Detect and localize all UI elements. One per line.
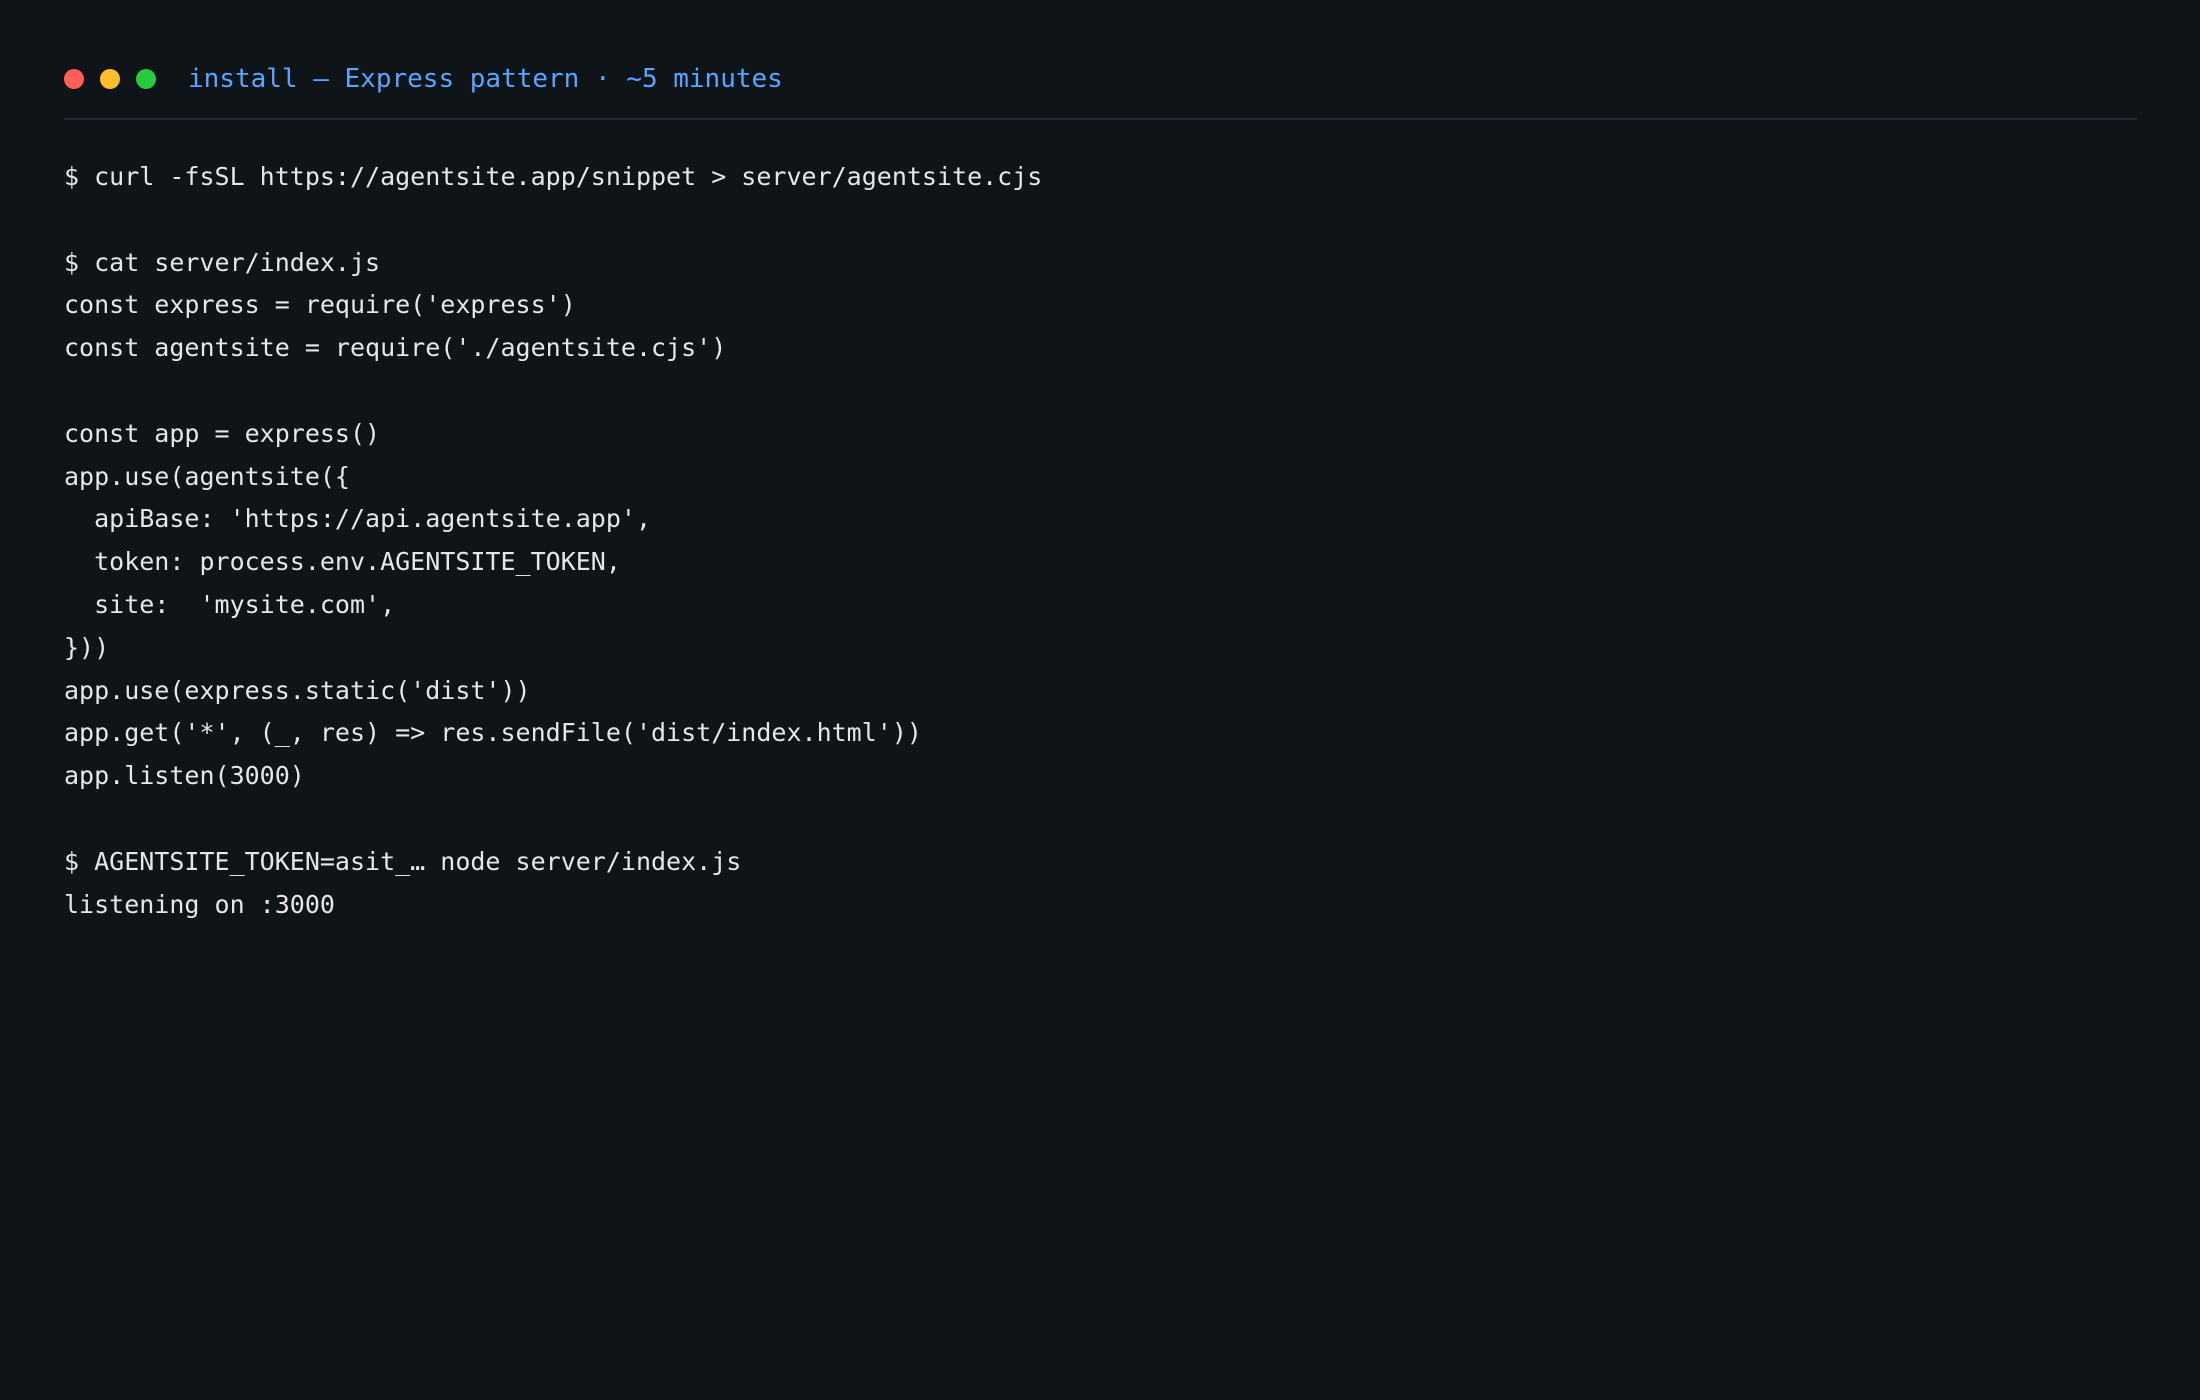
terminal-line: app.use(agentsite({ <box>64 461 350 491</box>
maximize-window-icon[interactable] <box>136 69 156 89</box>
minimize-window-icon[interactable] <box>100 69 120 89</box>
command-line: $ curl -fsSL https://agentsite.app/snipp… <box>64 162 1043 191</box>
terminal-line: const agentsite = require('./agentsite.c… <box>64 333 727 363</box>
command-line: $ AGENTSITE_TOKEN=asit_… node server/ind… <box>64 846 742 876</box>
terminal-line: app.listen(3000) <box>64 761 305 791</box>
terminal-line: site: 'mysite.com', <box>64 589 396 619</box>
terminal-line: const app = express() <box>64 418 381 448</box>
terminal-line: const express = require('express') <box>64 290 576 320</box>
terminal-output[interactable]: $ curl -fsSL https://agentsite.app/snipp… <box>64 156 2137 926</box>
terminal-line: app.use(express.static('dist')) <box>64 675 531 705</box>
window-controls <box>64 69 156 89</box>
close-window-icon[interactable] <box>64 69 84 89</box>
terminal-line: token: process.env.AGENTSITE_TOKEN, <box>64 547 621 577</box>
terminal-line: apiBase: 'https://api.agentsite.app', <box>64 504 651 534</box>
window-title: install — Express pattern · ~5 minutes <box>188 64 783 94</box>
command-line: $ cat server/index.js <box>64 247 381 277</box>
terminal-line: })) <box>64 632 110 662</box>
title-bar: install — Express pattern · ~5 minutes <box>64 64 2137 120</box>
terminal-line: listening on :3000 <box>64 889 335 919</box>
terminal-line: app.get('*', (_, res) => res.sendFile('d… <box>64 718 922 748</box>
terminal-window: install — Express pattern · ~5 minutes $… <box>0 0 2200 1400</box>
